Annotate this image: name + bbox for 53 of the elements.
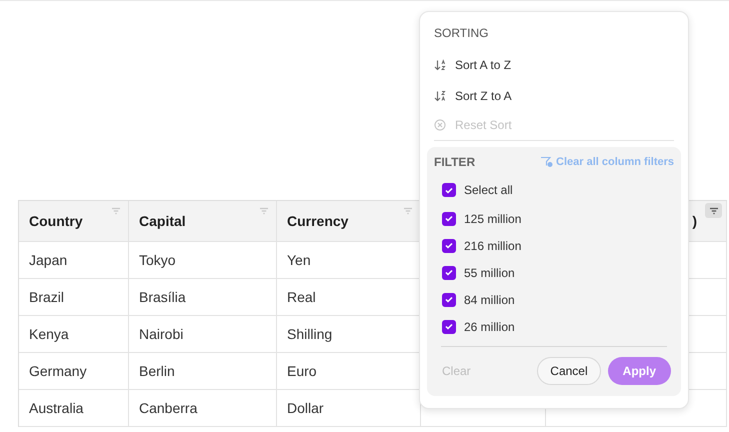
table-cell: Shilling (287, 326, 332, 342)
close-circle-icon (434, 118, 446, 130)
option-label: 84 million (464, 292, 515, 306)
table-cell: Kenya (29, 326, 69, 342)
option-label: 26 million (464, 320, 515, 334)
cancel-button[interactable]: Cancel (537, 357, 601, 385)
table-cell: Dollar (287, 400, 324, 416)
table-cell: Canberra (139, 400, 198, 416)
filter-icon (708, 206, 718, 214)
check-icon (445, 269, 453, 276)
filter-icon (540, 156, 554, 168)
checkbox[interactable] (442, 292, 456, 306)
table-cell: Real (287, 289, 316, 305)
option-label: 125 million (464, 212, 522, 226)
checkbox[interactable] (442, 212, 456, 226)
checkbox[interactable] (442, 238, 456, 252)
table-cell: Euro (287, 363, 317, 379)
checkbox[interactable] (442, 183, 456, 197)
check-icon (445, 186, 453, 194)
section-title: SORTING (433, 25, 490, 42)
check-icon (445, 215, 453, 222)
column-header: Currency (287, 213, 348, 229)
option-label: Select all (464, 183, 513, 197)
section-title: FILTER (434, 155, 476, 169)
table-cell: Yen (287, 252, 311, 268)
column-header: ) (692, 213, 697, 229)
sort-descending-icon (434, 90, 446, 102)
table-cell: Germany (29, 363, 87, 379)
check-icon (445, 296, 453, 303)
menu-item[interactable]: Sort Z to A (427, 80, 519, 111)
option-label: 55 million (464, 266, 515, 280)
column-header: Country (29, 213, 83, 229)
sort-ascending-icon (434, 58, 446, 70)
apply-button[interactable]: Apply (608, 357, 671, 385)
clear-filters-link[interactable]: Clear all column filters (540, 156, 674, 168)
column-header: Capital (139, 213, 186, 229)
filter-icon (258, 206, 268, 214)
table-cell: Japan (29, 252, 68, 268)
table-cell: Australia (29, 400, 84, 416)
table-cell: Brasília (139, 289, 186, 305)
table-cell: Nairobi (139, 326, 184, 342)
menu-item[interactable]: Sort A to Z (427, 49, 518, 80)
filter-icon (110, 206, 120, 214)
filter-icon (402, 206, 412, 214)
table-cell: Brazil (29, 289, 64, 305)
checkbox[interactable] (442, 320, 456, 334)
filter-button[interactable] (705, 203, 722, 218)
checkbox[interactable] (442, 266, 456, 280)
table-cell: Berlin (139, 363, 175, 379)
check-icon (445, 323, 453, 330)
table-cell: Tokyo (139, 252, 176, 268)
check-icon (445, 242, 453, 249)
option-label: 216 million (464, 238, 522, 252)
